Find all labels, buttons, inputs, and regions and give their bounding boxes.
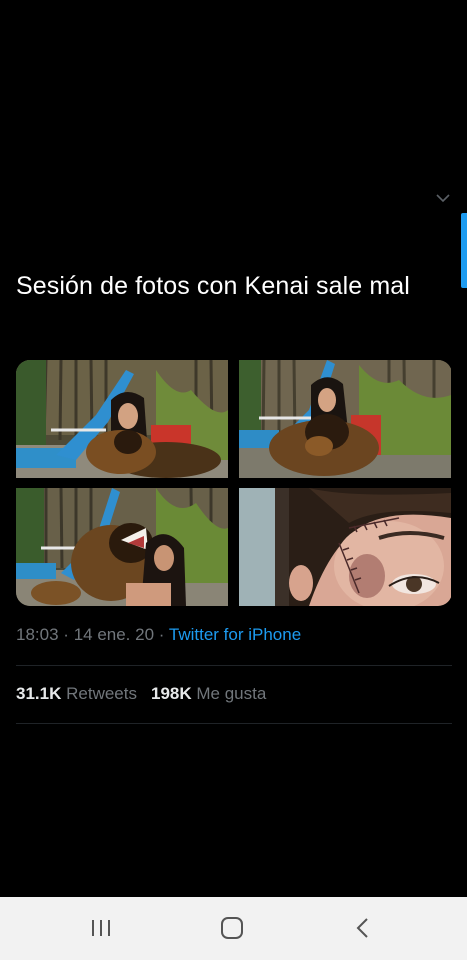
tweet-time: 18:03 (16, 625, 59, 644)
retweets-stat[interactable]: 31.1K Retweets (16, 684, 137, 703)
recents-icon[interactable] (86, 913, 116, 943)
meta-separator: · (63, 625, 69, 644)
tweet-meta: 18:03 · 14 ene. 20 · Twitter for iPhone (16, 625, 301, 645)
retweets-label: Retweets (66, 684, 137, 703)
back-icon[interactable] (348, 913, 378, 943)
tweet-detail-screen: Sesión de fotos con Kenai sale mal 18:03… (0, 0, 467, 960)
media-grid (16, 360, 452, 606)
meta-separator: · (158, 625, 165, 644)
divider (16, 665, 452, 666)
android-nav-bar (0, 897, 467, 960)
photo-dog-attacking-girl[interactable] (16, 488, 228, 606)
divider (16, 723, 452, 724)
retweets-count: 31.1K (16, 684, 62, 703)
likes-label: Me gusta (196, 684, 267, 703)
chevron-down-icon[interactable] (436, 193, 450, 203)
tweet-stats: 31.1K Retweets 198K Me gusta (16, 684, 266, 704)
likes-count: 198K (150, 684, 192, 703)
photo-face-wound-closeup[interactable] (239, 488, 451, 606)
tweet-date: 14 ene. 20 (73, 625, 155, 644)
tweet-source-link[interactable]: Twitter for iPhone (169, 625, 301, 644)
tweet-text: Sesión de fotos con Kenai sale mal (16, 272, 410, 300)
scroll-indicator[interactable] (461, 213, 467, 288)
likes-stat[interactable]: 198K Me gusta (151, 684, 266, 703)
photo-girl-dog-pool-1[interactable] (16, 360, 228, 478)
photo-girl-dog-pool-2[interactable] (239, 360, 451, 478)
home-icon[interactable] (217, 913, 247, 943)
